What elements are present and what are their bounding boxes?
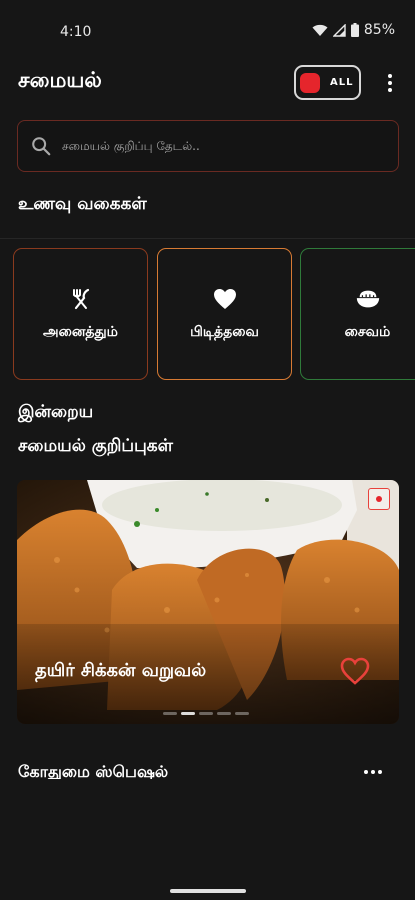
carousel-dot: [199, 712, 213, 715]
veg-filter-toggle[interactable]: ALL: [294, 65, 361, 100]
featured-recipe-title: தயிர் சிக்கன் வறுவல்: [35, 660, 207, 681]
more-options-icon[interactable]: [382, 70, 398, 96]
heart-icon: [212, 286, 238, 312]
toggle-knob: [300, 72, 320, 93]
section-more-icon[interactable]: [364, 770, 382, 774]
divider: [0, 238, 415, 239]
wheat-special-title: கோதுமை ஸ்பெஷல்: [18, 762, 169, 780]
search-bar[interactable]: [17, 120, 399, 172]
search-icon: [32, 137, 51, 156]
featured-recipe-card[interactable]: தயிர் சிக்கன் வறுவல்: [17, 480, 399, 724]
battery-level: 85%: [363, 22, 395, 38]
carousel-indicator: [163, 712, 249, 715]
category-label: பிடித்தவை: [190, 324, 259, 340]
carousel-dot: [217, 712, 231, 715]
gesture-nav-handle[interactable]: [170, 889, 246, 893]
category-all[interactable]: அனைத்தும்: [13, 248, 148, 380]
search-input[interactable]: [62, 139, 362, 153]
category-label: அனைத்தும்: [43, 324, 118, 340]
today-title-line2: சமையல் குறிப்புகள்: [18, 436, 173, 456]
empty-area: [0, 779, 415, 900]
category-veg[interactable]: சைவம்: [300, 248, 415, 380]
status-bar: 4:10 85%: [0, 0, 415, 64]
battery-icon: [350, 23, 359, 37]
app-title: சமையல்: [18, 68, 102, 92]
favorite-heart-icon[interactable]: [339, 656, 371, 686]
toggle-label: ALL: [330, 77, 354, 88]
carousel-dot: [235, 712, 249, 715]
bowl-icon: [355, 286, 381, 312]
signal-icon: [332, 23, 346, 37]
status-icons: 85%: [312, 22, 395, 38]
categories-title: உணவு வகைகள்: [18, 194, 147, 214]
wifi-icon: [312, 24, 328, 36]
fork-knife-icon: [68, 286, 94, 312]
today-title-line1: இன்றைய: [18, 402, 94, 422]
veg-nonveg-badge: [368, 488, 390, 510]
carousel-dot: [163, 712, 177, 715]
status-time: 4:10: [60, 24, 92, 40]
carousel-dot-active: [181, 712, 195, 715]
category-label: சைவம்: [344, 324, 391, 340]
category-favorites[interactable]: பிடித்தவை: [157, 248, 292, 380]
